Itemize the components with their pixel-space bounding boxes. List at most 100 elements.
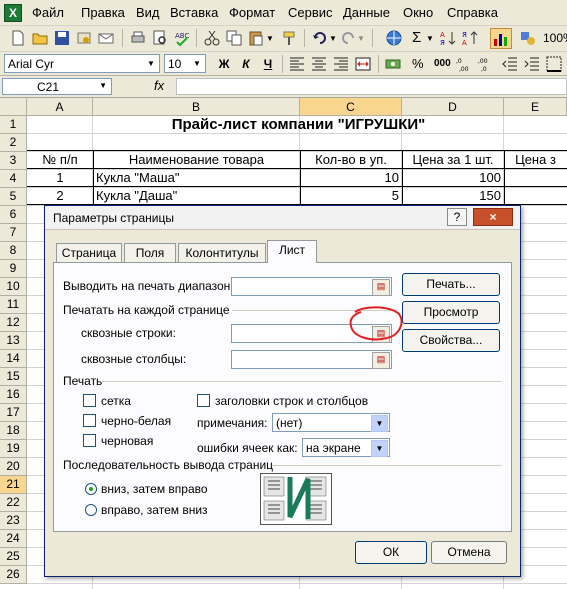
decrease-decimal-icon[interactable]: ,00,0 [478,56,494,72]
column-header-e[interactable]: E [504,98,567,116]
formula-input[interactable] [176,78,567,95]
copy-icon[interactable] [226,30,242,46]
cancel-button[interactable]: Отмена [431,541,507,564]
chevron-down-icon[interactable]: ▼ [357,34,365,43]
chevron-down-icon[interactable]: ▼ [99,81,107,90]
row-header[interactable]: 1 [0,116,27,134]
down-then-over-radio[interactable] [85,483,97,495]
sort-descending-icon[interactable]: ЯА [462,30,478,46]
chevron-down-icon[interactable]: ▼ [144,56,158,71]
row-header[interactable]: 8 [0,242,27,260]
autosum-icon[interactable]: Σ [412,29,421,46]
collapse-dialog-icon[interactable]: ▤ [372,279,390,296]
italic-button[interactable]: К [237,55,255,73]
percent-style-icon[interactable]: % [412,56,424,71]
format-painter-icon[interactable] [282,30,298,46]
menu-help[interactable]: Справка [447,5,498,20]
email-icon[interactable] [98,30,114,46]
row-header[interactable]: 5 [0,188,27,206]
tab-margins[interactable]: Поля [124,243,176,262]
row-header[interactable]: 15 [0,368,27,386]
collapse-dialog-icon[interactable]: ▤ [372,352,390,369]
bold-button[interactable]: Ж [215,55,233,73]
chevron-down-icon[interactable]: ▼ [426,34,434,43]
row-col-headings-checkbox[interactable] [197,394,210,407]
chevron-down-icon[interactable]: ▼ [371,440,388,457]
menu-view[interactable]: Вид [136,5,160,20]
excel-app-icon[interactable]: X [4,4,22,22]
chevron-down-icon[interactable]: ▼ [266,34,274,43]
row-header[interactable]: 10 [0,278,27,296]
print-button[interactable]: Печать... [402,273,500,296]
header-unit-price[interactable]: Цена за 1 шт. [402,151,504,168]
cell-a5[interactable]: 2 [27,187,93,204]
chevron-down-icon[interactable]: ▼ [329,34,337,43]
draft-quality-checkbox[interactable] [83,434,96,447]
row-header[interactable]: 13 [0,332,27,350]
paste-icon[interactable] [248,30,264,46]
cell-c4[interactable]: 10 [300,169,399,186]
increase-decimal-icon[interactable]: ,0,00 [456,56,472,72]
columns-to-repeat-input[interactable]: ▤ [231,350,392,369]
row-header[interactable]: 19 [0,440,27,458]
align-right-icon[interactable] [333,56,349,72]
header-price-cut[interactable]: Цена з [504,151,567,168]
close-button[interactable]: × [473,208,513,226]
new-document-icon[interactable] [10,30,26,46]
comma-style-icon[interactable]: 000 [434,58,451,69]
row-header[interactable]: 16 [0,386,27,404]
open-folder-icon[interactable] [32,30,48,46]
cell-b5[interactable]: Кукла "Даша" [96,187,296,204]
menu-tools[interactable]: Сервис [288,5,333,20]
print-icon[interactable] [130,30,146,46]
header-quantity[interactable]: Кол-во в уп. [300,151,402,168]
print-preview-icon[interactable] [152,30,168,46]
cell-d4[interactable]: 100 [402,169,501,186]
row-header[interactable]: 18 [0,422,27,440]
sort-ascending-icon[interactable]: АЯ [440,30,456,46]
menu-data[interactable]: Данные [343,5,390,20]
row-header[interactable]: 14 [0,350,27,368]
save-icon[interactable] [54,30,70,46]
column-header-b[interactable]: B [93,98,300,116]
row-header[interactable]: 25 [0,548,27,566]
cell-errors-select[interactable]: на экране ▼ [302,438,390,457]
hyperlink-globe-icon[interactable] [386,30,402,46]
row-header[interactable]: 11 [0,296,27,314]
column-header-a[interactable]: A [27,98,93,116]
currency-format-icon[interactable] [385,56,401,72]
header-product-name[interactable]: Наименование товара [93,151,300,168]
cell-c5[interactable]: 5 [300,187,399,204]
options-button[interactable]: Свойства... [402,329,500,352]
row-header[interactable]: 17 [0,404,27,422]
tab-header-footer[interactable]: Колонтитулы [178,243,266,262]
row-header[interactable]: 22 [0,494,27,512]
print-area-input[interactable]: ▤ [231,277,392,296]
row-header[interactable]: 6 [0,206,27,224]
menu-file[interactable]: Файл [32,5,64,20]
row-header[interactable]: 23 [0,512,27,530]
tab-sheet[interactable]: Лист [267,240,317,263]
header-number[interactable]: № п/п [27,151,93,168]
gridlines-checkbox[interactable] [83,394,96,407]
cell-a4[interactable]: 1 [27,169,93,186]
merge-center-icon[interactable] [355,56,371,72]
comments-select[interactable]: (нет) ▼ [272,413,390,432]
help-button[interactable]: ? [447,208,467,226]
chevron-down-icon[interactable]: ▼ [190,56,204,71]
chart-wizard-button[interactable] [490,28,512,49]
row-header[interactable]: 4 [0,170,27,188]
font-name-combo[interactable]: Arial Cyr ▼ [4,54,160,73]
align-center-icon[interactable] [311,56,327,72]
name-box[interactable]: C21 ▼ [2,78,112,95]
cut-icon[interactable] [204,30,220,46]
redo-icon[interactable] [340,30,356,46]
black-and-white-checkbox[interactable] [83,414,96,427]
row-header[interactable]: 21 [0,476,27,494]
print-preview-button[interactable]: Просмотр [402,301,500,324]
menu-format[interactable]: Формат [229,5,275,20]
undo-icon[interactable] [312,30,328,46]
align-left-icon[interactable] [289,56,305,72]
select-all-corner[interactable] [0,98,27,116]
zoom-value[interactable]: 100% [543,31,567,45]
